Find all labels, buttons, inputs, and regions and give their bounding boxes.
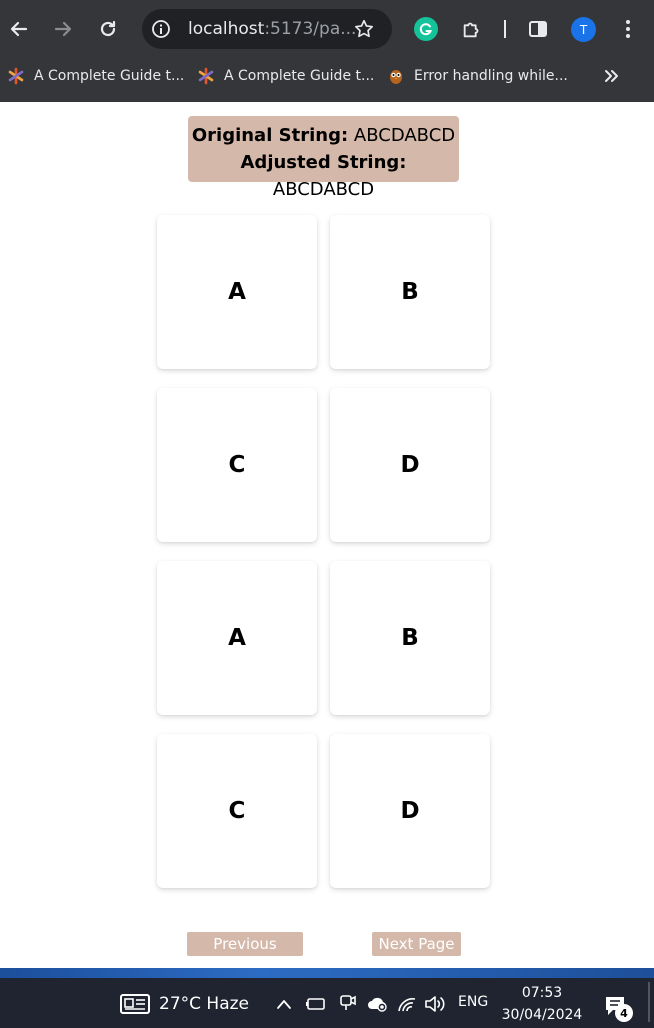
bookmark-label: Error handling while... — [414, 68, 568, 84]
original-string-line: Original String: ABCDABCD — [188, 122, 459, 149]
adjusted-string-label: Adjusted String: — [240, 152, 407, 173]
toolbar-separator — [504, 20, 506, 38]
windows-taskbar: 27°C Haze ENG 07:53 30/04/2024 4 — [0, 978, 654, 1028]
grammarly-extension-icon[interactable] — [414, 17, 438, 41]
system-clock[interactable]: 07:53 30/04/2024 — [498, 982, 586, 1026]
card-letter: B — [401, 279, 419, 305]
bookmark-item[interactable]: Error handling while... — [386, 58, 568, 94]
bookmarks-bar: A Complete Guide t... A Complete Guide t… — [0, 58, 654, 102]
profile-avatar[interactable]: T — [571, 17, 596, 42]
url-host: localhost — [188, 19, 265, 39]
card-letter: C — [228, 798, 246, 824]
reload-icon[interactable] — [95, 15, 121, 43]
card-letter: B — [401, 625, 419, 651]
letter-card[interactable]: A — [157, 215, 317, 369]
letter-card[interactable]: B — [330, 561, 490, 715]
original-string-value: ABCDABCD — [353, 125, 456, 146]
volume-icon[interactable] — [423, 992, 447, 1016]
adjusted-string-line: Adjusted String: ABCDABCD — [188, 149, 459, 203]
url-path: :5173/pa... — [264, 19, 357, 39]
bookmark-item[interactable]: A Complete Guide t... — [196, 58, 374, 94]
letter-card[interactable]: D — [330, 734, 490, 888]
notification-count-badge: 4 — [615, 1004, 633, 1022]
card-letter: A — [228, 625, 246, 651]
string-info-box: Original String: ABCDABCD Adjusted Strin… — [188, 116, 459, 200]
kebab-menu-icon[interactable] — [616, 16, 640, 42]
asterisk-icon — [6, 66, 26, 86]
bookmark-label: A Complete Guide t... — [224, 68, 375, 84]
owl-icon — [386, 66, 406, 86]
weather-text[interactable]: 27°C Haze — [159, 992, 249, 1016]
side-panel-icon[interactable] — [525, 16, 551, 42]
wifi-icon[interactable] — [396, 992, 418, 1016]
adjusted-string-value: ABCDABCD — [272, 179, 375, 200]
letter-card[interactable]: B — [330, 215, 490, 369]
asterisk-icon — [196, 66, 216, 86]
card-letter: C — [228, 452, 246, 478]
input-language[interactable]: ENG — [458, 994, 488, 1010]
letter-card[interactable]: C — [157, 388, 317, 542]
card-letter: D — [400, 452, 420, 478]
original-string-label: Original String: — [191, 125, 349, 146]
extensions-puzzle-icon[interactable] — [458, 15, 486, 43]
card-letter: A — [228, 279, 246, 305]
letter-card[interactable]: D — [330, 388, 490, 542]
card-letter: D — [400, 798, 420, 824]
double-chevron-right-icon[interactable] — [599, 64, 623, 88]
bookmark-star-icon[interactable] — [351, 16, 377, 42]
bookmark-label: A Complete Guide t... — [34, 68, 185, 84]
show-desktop-edge[interactable] — [648, 982, 650, 1022]
news-widget-icon[interactable] — [119, 992, 151, 1016]
back-arrow-icon[interactable] — [6, 15, 32, 43]
site-info-icon[interactable] — [150, 18, 172, 40]
letter-card[interactable]: A — [157, 561, 317, 715]
meet-now-icon[interactable] — [337, 991, 359, 1015]
previous-page-button[interactable]: Previous Page — [187, 932, 303, 977]
onedrive-cloud-icon[interactable] — [365, 992, 391, 1016]
bookmark-item[interactable]: A Complete Guide t... — [6, 58, 184, 94]
forward-arrow-icon[interactable] — [50, 15, 76, 43]
url-text[interactable]: localhost:5173/pa... — [188, 18, 356, 40]
browser-toolbar: localhost:5173/pa... T — [0, 0, 654, 58]
letter-card[interactable]: C — [157, 734, 317, 888]
next-page-button[interactable]: Next Page — [372, 932, 461, 956]
clock-time: 07:53 — [521, 985, 563, 1001]
clock-date: 30/04/2024 — [501, 1007, 583, 1023]
chevron-up-icon[interactable] — [274, 992, 294, 1016]
battery-icon[interactable] — [304, 992, 328, 1016]
